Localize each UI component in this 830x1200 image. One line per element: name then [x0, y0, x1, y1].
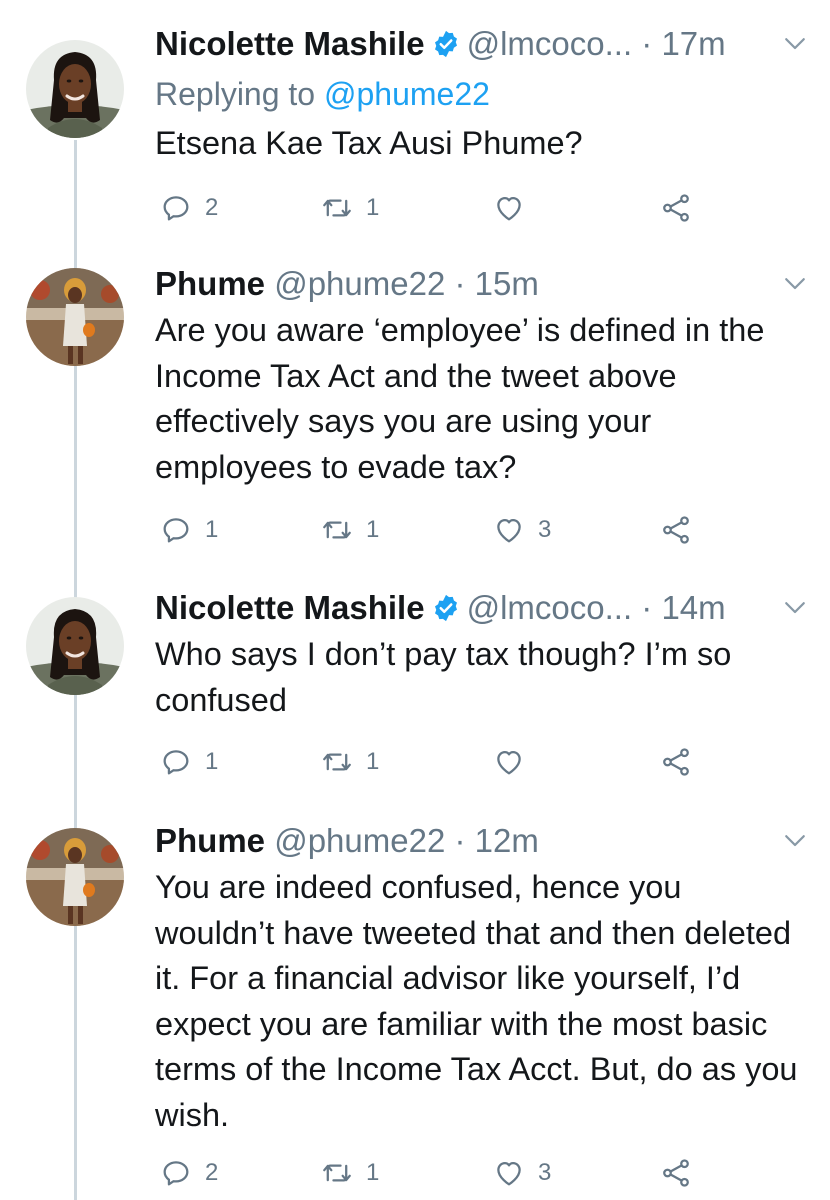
reply-icon [159, 1156, 193, 1190]
like-icon [492, 513, 526, 547]
tweet-header: Phume @phume22 · 15m [155, 264, 810, 308]
tweet-text: Who says I don’t pay tax though? I’m so … [155, 636, 732, 718]
retweet-icon [320, 513, 354, 547]
reply-count: 1 [205, 516, 219, 543]
avatar[interactable] [26, 828, 124, 926]
like-button[interactable] [492, 188, 538, 228]
reply-icon [159, 191, 193, 225]
user-handle[interactable]: @lmcoco... [467, 25, 633, 62]
display-name[interactable]: Nicolette Mashile [155, 25, 425, 62]
share-icon [659, 1156, 693, 1190]
tweet-header: Nicolette Mashile @lmcoco... · 17m [155, 24, 810, 68]
user-handle[interactable]: @phume22 [274, 265, 445, 302]
avatar[interactable] [26, 268, 124, 366]
like-count: 3 [538, 516, 552, 543]
reply-count: 2 [205, 194, 219, 221]
share-icon [659, 191, 693, 225]
replying-label: Replying to [155, 76, 316, 112]
like-button[interactable] [492, 742, 538, 782]
share-button[interactable] [659, 1153, 693, 1193]
display-name[interactable]: Phume [155, 265, 265, 302]
timestamp[interactable]: · 12m [454, 822, 538, 859]
reply-icon [159, 513, 193, 547]
share-icon [659, 513, 693, 547]
replying-to: Replying to @phume22 [155, 74, 490, 114]
tweet-header: Nicolette Mashile @lmcoco... · 14m [155, 588, 810, 632]
reply-count: 2 [205, 1159, 219, 1186]
retweet-icon [320, 745, 354, 779]
share-button[interactable] [659, 188, 693, 228]
share-button[interactable] [659, 510, 693, 550]
reply-icon [159, 745, 193, 779]
retweet-icon [320, 191, 354, 225]
retweet-button[interactable]: 1 [320, 1153, 379, 1193]
user-handle[interactable]: @phume22 [274, 822, 445, 859]
share-icon [659, 745, 693, 779]
retweet-count: 1 [366, 516, 380, 543]
tweet-text: Are you aware ‘employee’ is defined in t… [155, 312, 765, 485]
tweet-text: You are indeed confused, hence you would… [155, 869, 798, 1133]
retweet-count: 1 [366, 194, 380, 221]
like-count: 3 [538, 1159, 552, 1186]
like-button[interactable]: 3 [492, 1153, 551, 1193]
reply-button[interactable]: 1 [159, 510, 218, 550]
reply-button[interactable]: 1 [159, 742, 218, 782]
tweet-actions: 1 1 3 [155, 510, 715, 550]
retweet-button[interactable]: 1 [320, 188, 379, 228]
like-icon [492, 191, 526, 225]
retweet-button[interactable]: 1 [320, 742, 379, 782]
avatar[interactable] [26, 40, 124, 138]
chevron-down-icon[interactable] [780, 268, 810, 298]
share-button[interactable] [659, 742, 693, 782]
timestamp[interactable]: · 14m [641, 589, 725, 626]
tweet-header: Phume @phume22 · 12m [155, 821, 810, 865]
timestamp[interactable]: · 17m [641, 25, 725, 62]
like-button[interactable]: 3 [492, 510, 551, 550]
display-name[interactable]: Phume [155, 822, 265, 859]
verified-badge-icon [431, 29, 461, 59]
chevron-down-icon[interactable] [780, 28, 810, 58]
user-handle[interactable]: @lmcoco... [467, 589, 633, 626]
retweet-icon [320, 1156, 354, 1190]
avatar[interactable] [26, 597, 124, 695]
tweet-text: Etsena Kae Tax Ausi Phume? [155, 125, 583, 161]
verified-badge-icon [431, 593, 461, 623]
mention-link[interactable]: @phume22 [324, 76, 490, 112]
timestamp[interactable]: · 15m [454, 265, 538, 302]
chevron-down-icon[interactable] [780, 825, 810, 855]
tweet-actions: 2 1 3 [155, 1153, 715, 1193]
tweet-actions: 1 1 [155, 742, 715, 782]
like-icon [492, 745, 526, 779]
reply-count: 1 [205, 748, 219, 775]
like-icon [492, 1156, 526, 1190]
chevron-down-icon[interactable] [780, 592, 810, 622]
retweet-count: 1 [366, 748, 380, 775]
tweet-actions: 2 1 [155, 188, 715, 228]
retweet-count: 1 [366, 1159, 380, 1186]
reply-button[interactable]: 2 [159, 1153, 218, 1193]
retweet-button[interactable]: 1 [320, 510, 379, 550]
reply-button[interactable]: 2 [159, 188, 218, 228]
display-name[interactable]: Nicolette Mashile [155, 589, 425, 626]
